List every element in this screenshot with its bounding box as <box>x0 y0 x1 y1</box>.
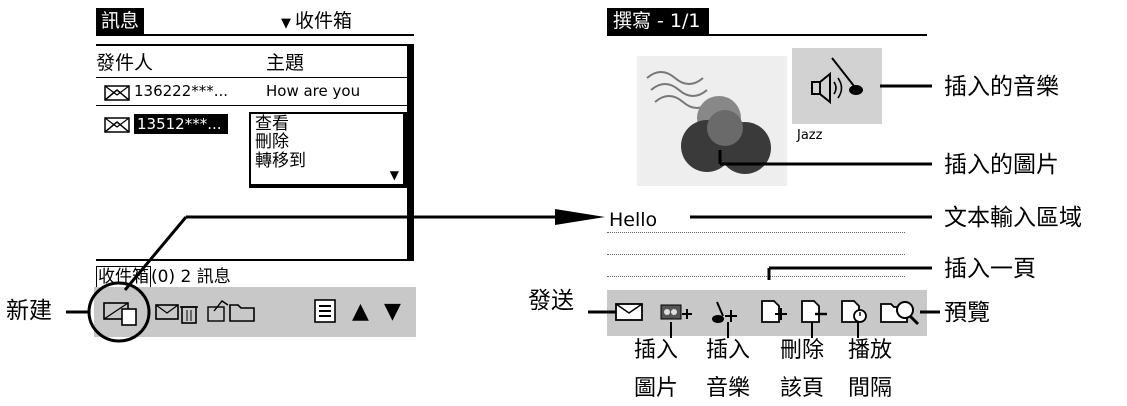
label-play-interval: 播放 間隔 <box>840 338 900 402</box>
label-inserted-picture: 插入的圖片 <box>944 152 1059 178</box>
label-line: 插入 <box>633 338 678 363</box>
label-delete-page: 刪除 該頁 <box>772 338 832 402</box>
label-insert-picture: 插入 圖片 <box>626 338 686 402</box>
label-line: 播放 <box>847 338 892 363</box>
annotation-lines <box>66 84 940 343</box>
label-insert-music: 插入 音樂 <box>698 338 758 402</box>
label-line: 刪除 <box>779 338 824 363</box>
label-line: 插入 <box>705 338 750 363</box>
label-line: 圖片 <box>633 376 678 401</box>
label-text-area: 文本輸入區域 <box>944 205 1082 231</box>
label-send: 發送 <box>528 288 574 314</box>
label-insert-page: 插入一頁 <box>944 256 1036 282</box>
label-inserted-music: 插入的音樂 <box>944 74 1059 100</box>
label-line: 音樂 <box>705 376 750 401</box>
label-preview: 預覽 <box>944 300 990 326</box>
label-new: 新建 <box>6 298 52 324</box>
label-line: 該頁 <box>779 376 824 401</box>
label-line: 間隔 <box>847 376 892 401</box>
